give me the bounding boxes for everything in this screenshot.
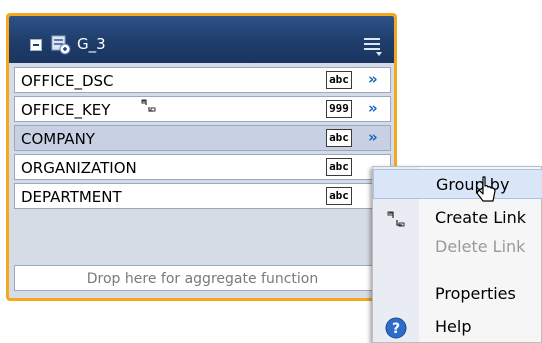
menu-item-help[interactable]: ? Help (373, 312, 542, 342)
text-type-badge: abc (326, 129, 352, 147)
field-label: OFFICE_KEY (21, 101, 111, 119)
drop-zone-text: Drop here for aggregate function (86, 271, 319, 287)
field-row-organization[interactable]: ORGANIZATION abc (14, 154, 391, 180)
menu-item-properties[interactable]: Properties (373, 279, 542, 309)
group-header[interactable]: G_3 (9, 16, 394, 63)
menu-item-label: Help (435, 317, 472, 336)
data-group-panel[interactable]: G_3 OFFICE_DSC abc » OFFICE_KEY 999 » CO… (6, 13, 397, 301)
group-menu-icon[interactable] (361, 33, 385, 57)
link-icon (387, 211, 405, 227)
group-icon (51, 35, 71, 55)
field-row-office-dsc[interactable]: OFFICE_DSC abc » (14, 67, 391, 93)
field-row-office-key[interactable]: OFFICE_KEY 999 » (14, 96, 391, 122)
field-label: OFFICE_DSC (21, 72, 114, 90)
help-icon: ? (385, 317, 407, 339)
menu-item-label: Properties (435, 284, 516, 303)
aggregate-drop-zone[interactable]: Drop here for aggregate function (14, 265, 391, 291)
menu-item-create-link[interactable]: Create Link (373, 203, 542, 233)
text-type-badge: abc (326, 158, 352, 176)
expand-arrow-icon[interactable]: » (368, 69, 378, 89)
expand-arrow-icon[interactable]: » (368, 98, 378, 118)
field-label: DEPARTMENT (21, 188, 122, 206)
expand-arrow-icon[interactable]: » (368, 127, 378, 147)
field-list: OFFICE_DSC abc » OFFICE_KEY 999 » COMPAN… (14, 67, 391, 212)
field-label: COMPANY (21, 130, 95, 148)
menu-item-delete-link: Delete Link (373, 232, 542, 262)
text-type-badge: abc (326, 187, 352, 205)
field-row-department[interactable]: DEPARTMENT abc (14, 183, 391, 209)
menu-item-group-by[interactable]: Group by (373, 169, 542, 199)
context-menu: Group by Create Link Delete Link Propert… (372, 166, 542, 343)
text-type-badge: abc (326, 71, 352, 89)
link-key-icon (141, 99, 156, 112)
field-label: ORGANIZATION (21, 159, 137, 177)
menu-item-label: Group by (436, 175, 510, 194)
mouse-pointer-icon (476, 176, 496, 202)
field-row-company[interactable]: COMPANY abc » (14, 125, 391, 151)
menu-item-label: Create Link (435, 208, 527, 227)
collapse-toggle[interactable] (30, 39, 42, 51)
menu-item-label: Delete Link (435, 237, 526, 256)
group-name: G_3 (77, 35, 106, 53)
svg-text:?: ? (392, 321, 400, 337)
number-type-badge: 999 (326, 100, 352, 118)
